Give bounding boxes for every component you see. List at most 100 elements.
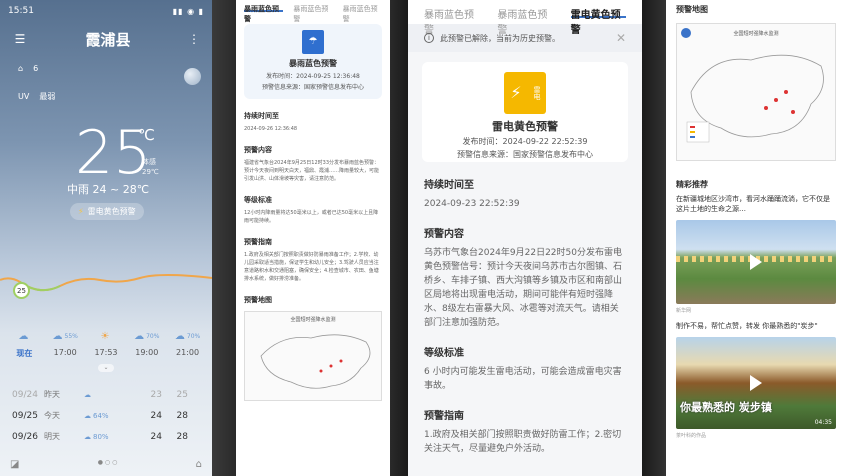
warning-pill-label: 雷电黄色预警 (87, 207, 136, 216)
guide-text: 1.政府及相关部门按照职责做好防雷工作；2.密切关注天气，尽量避免户外活动。 (424, 430, 622, 454)
thunder-warning-icon: ⚡ 雷电 (504, 72, 546, 114)
warning-map[interactable]: 全国短时强降水监测 (244, 311, 382, 401)
guide-text: 1.政府及相关部门按照职责做好防暴雨准备工作；2.学校、幼儿园采取适当措施，保证… (244, 252, 379, 282)
weather-header: ☰ 霞浦县 ⋮ (0, 22, 212, 56)
video-thumbnail-1[interactable] (676, 220, 836, 304)
daily-low: 24 (150, 431, 162, 442)
daily-date: 09/25 (12, 410, 38, 421)
duration-title: 持续时间至 (244, 112, 279, 120)
hourly-time: 19:00 (135, 348, 159, 357)
status-icons: ▮▮ ◉ ▮ (172, 6, 204, 16)
moon-icon (184, 68, 201, 85)
warning-card: ☂ 暴雨蓝色预警 发布时间：2024-09-25 12:36:48 预警信息来源… (244, 24, 382, 99)
warning-tabs: 暴雨蓝色预警 暴雨蓝色预警 雷电黄色预警 (408, 0, 642, 36)
tab-warning-1[interactable]: 暴雨蓝色预警 (424, 6, 479, 36)
status-bar: 15:51 ▮▮ ◉ ▮ (0, 0, 212, 22)
daily-label: 昨天 (44, 390, 60, 399)
hourly-precip: ☁ 55% (52, 330, 78, 342)
daily-high: 28 (176, 410, 188, 421)
daily-row[interactable]: 09/24 昨天 ☁ 23 25 (12, 384, 200, 405)
tab-warning-3[interactable]: 暴雨蓝色预警 (343, 4, 382, 23)
home-icon[interactable]: ⌂ (196, 459, 202, 470)
hourly-item[interactable]: ☁ 70% 21:00 (168, 330, 208, 359)
bottom-bar: ◪ ● ○ ○ ⌂ (10, 459, 202, 470)
chart-icon[interactable]: ◪ (10, 459, 19, 470)
daily-low: 23 (150, 389, 162, 400)
daily-row[interactable]: 09/26 明天 ☁ 80% 24 28 (12, 426, 200, 447)
warning-title: 暴雨蓝色预警 (289, 59, 337, 68)
daily-high: 25 (176, 389, 188, 400)
hourly-time: 21:00 (176, 348, 200, 357)
current-temp-badge: 25 (13, 282, 30, 299)
rain-cloud-icon: ☁ (84, 411, 91, 420)
hourly-item[interactable]: ☁ 现在 (4, 330, 44, 359)
daily-low: 24 (150, 410, 162, 421)
hourly-time: 17:53 (94, 348, 118, 357)
warning-pill[interactable]: ⚡ 雷电黄色预警 (70, 203, 144, 220)
warning-title: 雷电黄色预警 (492, 120, 558, 133)
tab-warning-2[interactable]: 暴雨蓝色预警 (497, 6, 552, 36)
video-thumbnail-2[interactable]: 你最熟悉的 炭步镇 04:35 (676, 337, 836, 429)
hourly-precip: ☀ (101, 330, 112, 342)
china-map-outline (686, 54, 824, 143)
temperature-curve (0, 274, 212, 292)
rain-cloud-icon: ☁ (134, 330, 145, 342)
hourly-time: 17:00 (53, 348, 77, 357)
daily-row[interactable]: 09/25 今天 ☁ 64% 24 28 (12, 405, 200, 426)
tab-warning-1[interactable]: 暴雨蓝色预警 (244, 4, 284, 23)
warning-tabs: 暴雨蓝色预警 暴雨蓝色预警 暴雨蓝色预警 (236, 0, 390, 23)
divider (390, 0, 408, 476)
warning-source: 预警信息来源：国家预警信息发布中心 (457, 150, 593, 159)
cloud-icon: ☁ (84, 390, 91, 399)
video-duration: 04:35 (814, 419, 832, 426)
hourly-forecast[interactable]: ☁ 现在 ☁ 55% 17:00 ☀ 17:53 ☁ 70% 19:00 ☁ 70% … (0, 330, 212, 359)
warning-map[interactable]: 全国短时强降水监测 (676, 23, 836, 161)
close-icon[interactable]: ✕ (616, 31, 626, 45)
hourly-item[interactable]: ☁ 55% 17:00 (45, 330, 85, 359)
uv-row[interactable]: UV 最弱 (0, 88, 212, 104)
info-icon: i (424, 33, 434, 43)
video-overlay-text: 你最熟悉的 炭步镇 (680, 401, 772, 414)
tab-warning-2[interactable]: 暴雨蓝色预警 (293, 4, 332, 23)
daily-date: 09/26 (12, 431, 38, 442)
more-options-icon[interactable]: ⋮ (188, 32, 200, 46)
aqi-icon: ⌂ (18, 63, 24, 73)
daily-forecast: 09/24 昨天 ☁ 23 25 09/25 今天 ☁ 64% 24 28 09/… (0, 384, 212, 447)
level-text: 6 小时内可能发生雷电活动，可能会造成雷电灾害事故。 (424, 367, 622, 391)
city-name[interactable]: 霞浦县 (28, 29, 188, 50)
map-logo-icon (681, 28, 691, 38)
article-1-title[interactable]: 在新疆城地区沙湾市，看河水踊踊流淌，它不仅是这片土地的生命之源… (666, 194, 846, 214)
warning-time: 发布时间：2024-09-25 12:36:48 (266, 73, 360, 80)
play-icon[interactable] (750, 375, 762, 391)
degree-symbol: ℃ (138, 126, 155, 144)
notice-text: 此预警已解除，当前为历史预警。 (440, 33, 560, 43)
content-text: 福建省气象台2024年9月25日12时33分发布暴雨蓝色预警：预计今天夜间到明天… (244, 160, 380, 182)
rain-cloud-icon: ☁ (52, 330, 63, 342)
tab-warning-3[interactable]: 雷电黄色预警 (570, 6, 626, 36)
warning-details: 持续时间至 2024-09-23 22:52:39 预警内容 乌苏市气象台202… (408, 176, 642, 456)
rain-cloud-icon: ☁ (84, 432, 91, 441)
hourly-precip: ☁ (18, 330, 30, 342)
rainstorm-warning-panel: 暴雨蓝色预警 暴雨蓝色预警 暴雨蓝色预警 ☂ 暴雨蓝色预警 发布时间：2024-… (236, 0, 390, 476)
content-text: 乌苏市气象台2024年9月22日22时50分发布雷电黄色预警信号：预计今天夜间乌… (424, 248, 623, 328)
article-1-source: 新华网 (676, 308, 692, 314)
article-2-title[interactable]: 制作不易，帮忙点赞，转发 你最熟悉的"炭步" (666, 321, 846, 331)
hourly-precip: ☁ 70% (174, 330, 201, 342)
rain-cloud-icon: ☁ (174, 330, 185, 342)
recommend-title: 精彩推荐 (676, 180, 708, 189)
expand-chevron-icon[interactable]: ⌄ (98, 364, 114, 372)
warning-card: ⚡ 雷电 雷电黄色预警 发布时间：2024-09-22 22:52:39 预警信… (422, 62, 628, 162)
content-title: 预警内容 (244, 146, 272, 154)
lightning-icon: ⚡ (78, 207, 84, 216)
hourly-item[interactable]: ☀ 17:53 (86, 330, 126, 359)
uv-label: UV (18, 91, 30, 101)
daily-precip: ☁ 64% (84, 411, 109, 420)
duration-value: 2024-09-26 12:36:48 (244, 126, 298, 132)
aqi-row[interactable]: ⌂ 6 (0, 60, 212, 76)
hourly-item[interactable]: ☁ 70% 19:00 (127, 330, 167, 359)
condition-summary: 中雨 24 ~ 28℃ (67, 183, 150, 196)
city-list-icon[interactable]: ☰ (12, 32, 28, 46)
rain-warning-icon: ☂ (302, 30, 324, 54)
feels-like: 体感 29℃ (142, 157, 159, 177)
play-icon[interactable] (750, 254, 762, 270)
